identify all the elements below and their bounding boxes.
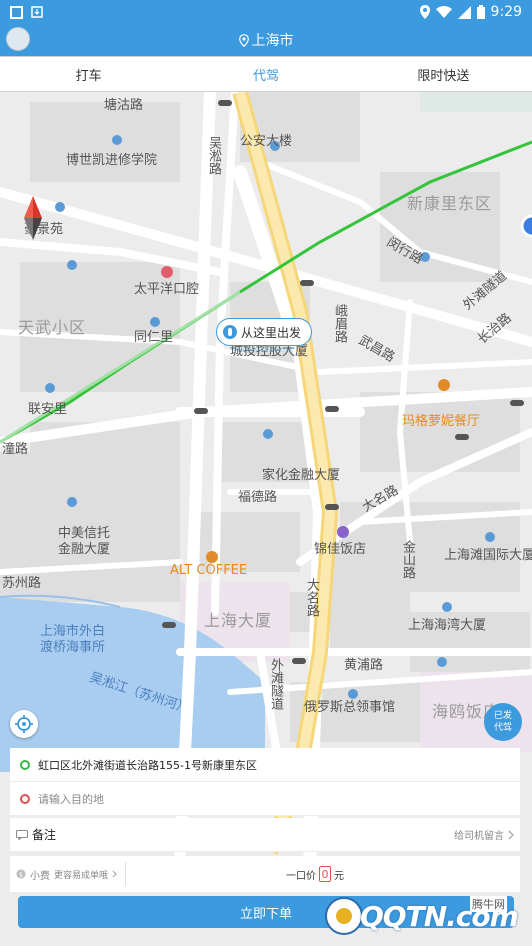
map-label: 外滩隧道 [268, 658, 283, 710]
clock: 9:29 [490, 4, 522, 20]
origin-dot-icon [20, 759, 30, 770]
map-label: 黄浦路 [344, 658, 384, 673]
note-label: 备注 [32, 828, 57, 842]
coin-icon: $ [16, 869, 26, 879]
app-header: 上海市 [0, 24, 532, 56]
wifi-icon [435, 6, 452, 18]
pin-icon [238, 33, 249, 47]
map-label: 峨眉路 [332, 304, 347, 343]
start-point-marker[interactable]: 从这里出发 [216, 318, 313, 346]
map-label: 天武小区 [18, 318, 87, 337]
note-hint: 给司机留言 [454, 827, 514, 842]
map-label: 联安里 [28, 402, 68, 417]
signal-icon [457, 5, 471, 19]
map-label: 同仁里 [134, 330, 174, 345]
city-name: 上海市 [251, 33, 294, 49]
map-label: ALT COFFEE [170, 563, 248, 578]
watermark: QQTN.com 腾牛网 [320, 890, 520, 944]
map-label: 上海大厦 [204, 611, 273, 630]
map-label: 塘沽路 [104, 98, 144, 113]
map-label: 太平洋口腔 [134, 282, 200, 297]
destination-dot-icon [20, 793, 30, 804]
svg-text:$: $ [19, 871, 23, 879]
map-label: 新康里东区 [407, 194, 493, 213]
sent-driver-badge[interactable]: 已发 代驾 [484, 703, 522, 741]
city-selector[interactable]: 上海市 [238, 30, 294, 50]
map-label: 公安大楼 [240, 134, 293, 149]
notification-icon [10, 5, 23, 19]
map-label: 渡桥海事所 [40, 640, 106, 655]
map-label: 玛格萝妮餐厅 [402, 414, 481, 429]
map-label: 博世凯进修学院 [66, 153, 158, 168]
service-tabs: 打车 代驾 限时快送 [0, 56, 532, 92]
locate-button[interactable] [10, 710, 38, 738]
chevron-right-icon [508, 830, 514, 839]
download-icon [31, 6, 43, 18]
fee-row: $ 小费 更容易成单哦 一口价 0 元 [10, 856, 520, 892]
price-value[interactable]: 0 [319, 866, 331, 882]
compass-icon[interactable] [24, 196, 42, 240]
map-label: 苏州路 [2, 576, 42, 591]
map-label: 上海海湾大厦 [408, 618, 487, 633]
map-label: 上海滩国际大厦 [444, 548, 532, 563]
chevron-right-icon [112, 870, 117, 878]
tab-taxi[interactable]: 打车 [0, 57, 177, 91]
location-icon [419, 5, 430, 19]
map-label: 金融大厦 [58, 542, 111, 557]
tip-selector[interactable]: $ 小费 更容易成单哦 [16, 862, 127, 886]
tip-label: 小费 [30, 870, 50, 882]
tab-express-delivery[interactable]: 限时快送 [355, 57, 532, 91]
price-label: 一口价 [286, 870, 316, 882]
tab-designated-driver[interactable]: 代驾 [177, 57, 354, 91]
battery-icon [476, 5, 485, 19]
order-form: 虹口区北外滩街道长治路155-1号新康里东区 请输入目的地 [10, 748, 520, 816]
destination-row[interactable]: 请输入目的地 [10, 782, 520, 816]
message-icon [16, 829, 28, 840]
map-label: 福德路 [238, 490, 278, 505]
crosshair-icon [15, 715, 33, 733]
avatar[interactable] [6, 27, 30, 51]
price-unit: 元 [334, 870, 344, 882]
map-label: 吴淞路 [206, 136, 221, 175]
map-label: 锦佳饭店 [314, 542, 367, 557]
person-icon [223, 325, 237, 339]
map-label: 金山路 [400, 540, 415, 579]
fixed-price: 一口价 0 元 [286, 866, 344, 882]
map-label: 大名路 [304, 578, 319, 617]
tip-hint: 更容易成单哦 [54, 870, 109, 881]
map-label: 俄罗斯总领事馆 [304, 700, 396, 715]
from-address-row[interactable]: 虹口区北外滩街道长治路155-1号新康里东区 [10, 748, 520, 782]
destination-input[interactable]: 请输入目的地 [38, 791, 104, 807]
map-label: 潼路 [2, 442, 29, 457]
note-row[interactable]: 备注 给司机留言 [10, 818, 520, 852]
map-label: 家化金融大厦 [262, 468, 341, 483]
from-address: 虹口区北外滩街道长治路155-1号新康里东区 [38, 758, 257, 772]
status-bar: 9:29 [0, 0, 532, 24]
